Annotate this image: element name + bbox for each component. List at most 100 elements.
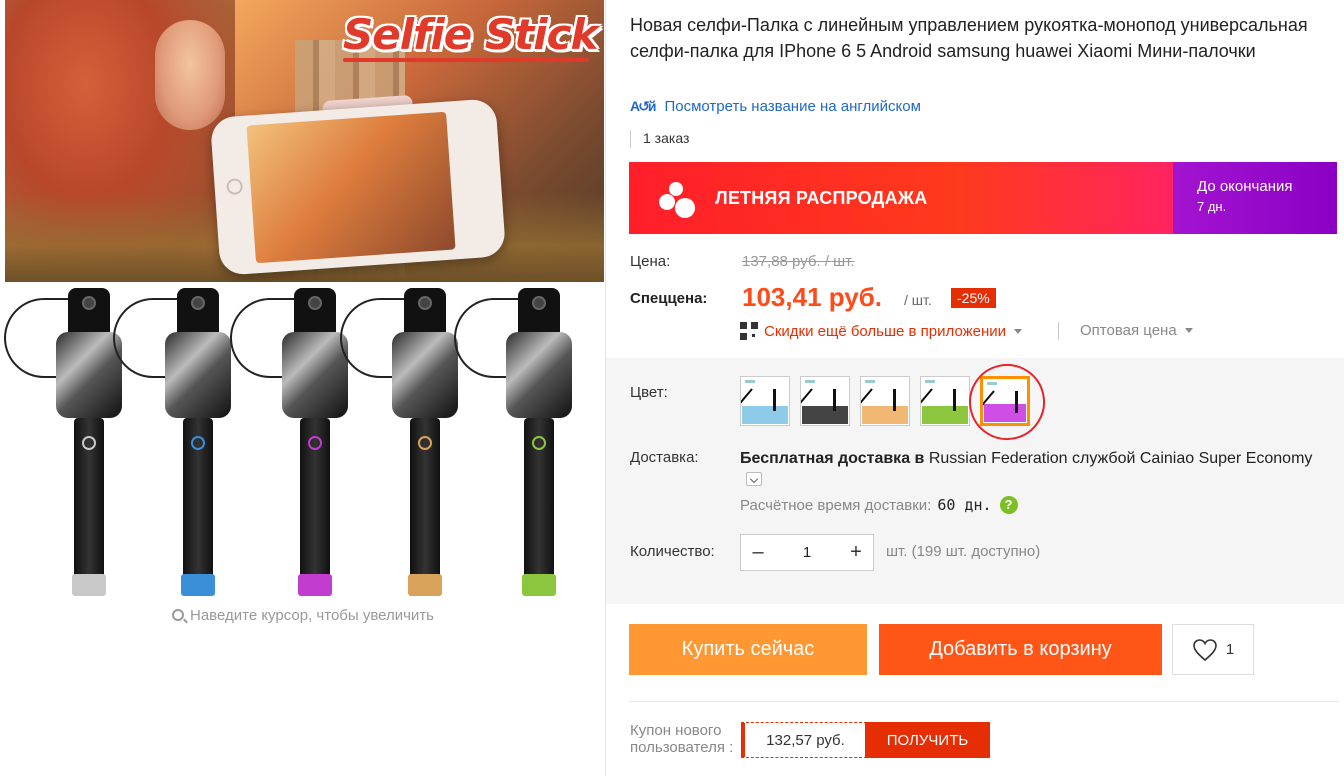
selfie-sticks-image[interactable] <box>0 284 606 600</box>
stick-button <box>418 436 432 450</box>
quantity-stepper: – 1 + <box>740 534 874 571</box>
hero-title: Selfie Stick <box>343 10 598 59</box>
special-price-label: Спеццена: <box>630 290 708 307</box>
selfie-stick-silver <box>4 284 122 600</box>
color-swatch-green[interactable] <box>920 376 970 426</box>
color-swatch-white[interactable] <box>740 376 790 426</box>
price-label: Цена: <box>630 253 671 270</box>
color-swatch-gold[interactable] <box>860 376 910 426</box>
delivery-dropdown-icon[interactable] <box>746 472 762 486</box>
stick-clamp <box>518 288 560 336</box>
quantity-increase-button[interactable]: + <box>839 541 873 564</box>
selfie-stick-green <box>454 284 572 600</box>
stick-clamp <box>177 288 219 336</box>
divider <box>629 701 1339 702</box>
swatch-background <box>922 406 968 424</box>
chevron-down-icon <box>1014 328 1023 334</box>
selfie-stick-purple <box>230 284 348 600</box>
color-label: Цвет: <box>630 384 668 401</box>
swatch-background <box>862 406 908 424</box>
phone-screen <box>246 111 456 264</box>
wishlist-button[interactable]: 1 <box>1172 624 1254 675</box>
stick-cap <box>181 574 215 596</box>
hero-phone <box>209 98 507 276</box>
swatch-stick-handle <box>953 389 956 411</box>
qr-code-icon <box>740 322 758 340</box>
stick-cap <box>72 574 106 596</box>
countdown-value: 7 дн. <box>1197 199 1227 214</box>
chevron-down-icon <box>1184 328 1193 333</box>
swatch-tag <box>925 380 935 383</box>
swatch-tag <box>745 380 755 383</box>
sale-banner-title: ЛЕТНЯЯ РАСПРОДАЖА <box>715 188 928 208</box>
stick-button <box>82 436 96 450</box>
hero-model-face <box>155 20 225 130</box>
divider <box>1058 322 1059 340</box>
wholesale-price-link[interactable]: Оптовая цена <box>1080 322 1193 339</box>
heart-icon <box>1193 638 1217 661</box>
quantity-decrease-button[interactable]: – <box>741 541 775 564</box>
translate-link-text: Посмотреть название на английском <box>664 98 921 115</box>
sale-countdown: До окончания 7 дн. <box>1173 162 1337 234</box>
stick-mirror <box>282 332 348 418</box>
discount-badge: -25% <box>951 288 996 308</box>
translate-link[interactable]: A↺й Посмотреть название на английском <box>630 98 921 115</box>
get-coupon-button[interactable]: ПОЛУЧИТЬ <box>865 722 990 758</box>
delivery-label: Доставка: <box>630 449 699 466</box>
delivery-method[interactable]: Russian Federation службой Cainiao Super… <box>929 450 1313 467</box>
quantity-label: Количество: <box>630 543 715 560</box>
hero-title-underline <box>343 58 589 62</box>
buy-now-button[interactable]: Купить сейчас <box>629 624 867 675</box>
delivery-info: Бесплатная доставка в Russian Federation… <box>740 450 1312 468</box>
swatch-stick-handle <box>833 389 836 411</box>
stick-mirror <box>392 332 458 418</box>
orders-count: 1 заказ <box>630 130 689 148</box>
special-price: 103,41 руб. <box>742 282 883 312</box>
swatch-background <box>742 406 788 424</box>
swatch-stick-handle <box>773 389 776 411</box>
coupon-label: Купон нового пользователя : <box>630 722 734 756</box>
wishlist-count: 1 <box>1225 641 1235 658</box>
stick-button <box>191 436 205 450</box>
swatch-tag <box>865 380 875 383</box>
product-page: Selfie Stick Наведите курсор, чтобы увел… <box>0 0 1344 776</box>
price-unit: / шт. <box>904 292 932 308</box>
stick-cap <box>298 574 332 596</box>
stick-mirror <box>165 332 231 418</box>
phone-home-button <box>226 178 244 196</box>
stick-clamp <box>68 288 110 336</box>
color-swatch-black[interactable] <box>800 376 850 426</box>
stick-button <box>532 436 546 450</box>
sale-banner-main: ЛЕТНЯЯ РАСПРОДАЖА <box>629 162 1173 234</box>
zoom-hint: Наведите курсор, чтобы увеличить <box>0 607 606 624</box>
selfie-stick-gold <box>340 284 458 600</box>
app-discount-link[interactable]: Скидки ещё больше в приложении <box>740 322 1023 340</box>
sale-banner[interactable]: ЛЕТНЯЯ РАСПРОДАЖА До окончания 7 дн. <box>629 162 1337 234</box>
translate-icon: A↺й <box>630 98 656 114</box>
swatch-background <box>802 406 848 424</box>
product-main-image[interactable]: Selfie Stick <box>5 0 604 282</box>
stick-mirror <box>56 332 122 418</box>
stick-mirror <box>506 332 572 418</box>
quantity-available: шт. (199 шт. доступно) <box>886 543 1041 560</box>
add-to-cart-button[interactable]: Добавить в корзину <box>879 624 1162 675</box>
product-title: Новая селфи-Палка с линейным управлением… <box>630 15 1308 61</box>
swatch-tag <box>805 380 815 383</box>
coupon-value: 132,57 руб. <box>741 722 867 758</box>
stick-button <box>308 436 322 450</box>
product-details: Новая селфи-Палка с линейным управлением… <box>606 0 1344 776</box>
stick-clamp <box>294 288 336 336</box>
eta-label: Расчётное время доставки: <box>740 496 932 514</box>
selfie-stick-blue <box>113 284 231 600</box>
app-discount-text: Скидки ещё больше в приложении <box>764 322 1007 340</box>
stick-cap <box>408 574 442 596</box>
old-price: 137,88 руб. / шт. <box>742 253 855 270</box>
delivery-free-text: Бесплатная доставка в <box>740 450 925 467</box>
countdown-label: До окончания <box>1197 178 1293 195</box>
quantity-input[interactable]: 1 <box>775 544 839 561</box>
delivery-eta: Расчётное время доставки: 60 дн. ? <box>740 496 1018 514</box>
help-icon[interactable]: ? <box>999 496 1018 514</box>
zoom-hint-text: Наведите курсор, чтобы увеличить <box>190 607 434 624</box>
magnifier-icon <box>172 609 184 621</box>
product-gallery: Selfie Stick Наведите курсор, чтобы увел… <box>0 0 606 776</box>
